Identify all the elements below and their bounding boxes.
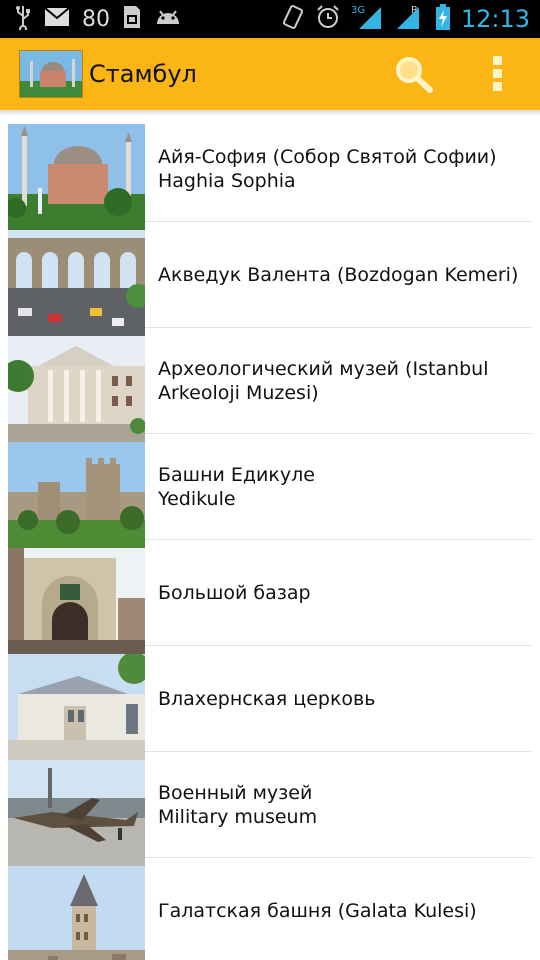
search-button[interactable] bbox=[392, 54, 436, 94]
military-museum-photo bbox=[8, 760, 145, 866]
place-name: Влахернская церковь bbox=[158, 646, 524, 752]
places-list[interactable]: Айя-София (Собор Святой Софии) Haghia So… bbox=[0, 116, 540, 960]
church-photo bbox=[8, 654, 145, 760]
museum-photo bbox=[8, 336, 145, 442]
hagia-sophia-photo bbox=[8, 124, 145, 230]
place-name: Большой базар bbox=[158, 540, 524, 646]
app-logo[interactable] bbox=[19, 50, 83, 98]
list-item[interactable]: Археологический музей (Istanbul Arkeoloj… bbox=[8, 328, 532, 442]
place-title: Военный музей bbox=[158, 782, 313, 804]
place-name: Военный музей Military museum bbox=[158, 752, 524, 858]
towers-photo bbox=[8, 442, 145, 548]
battery-percent: 80 bbox=[82, 6, 110, 32]
place-title: Большой базар bbox=[158, 582, 311, 604]
overflow-menu-button[interactable] bbox=[482, 52, 514, 96]
clock: 12:13 bbox=[460, 5, 530, 33]
signal-icon: 3G bbox=[351, 3, 385, 35]
place-subtitle: Yedikule bbox=[158, 488, 236, 510]
android-icon bbox=[154, 6, 182, 32]
aqueduct-photo bbox=[8, 230, 145, 336]
list-item[interactable]: Большой базар bbox=[8, 540, 532, 654]
vibrate-icon bbox=[281, 4, 305, 34]
place-title: Археологический музей (Istanbul bbox=[158, 358, 489, 380]
overflow-menu-icon bbox=[493, 56, 502, 91]
roaming-signal-icon: R bbox=[395, 3, 425, 35]
list-item[interactable]: Влахернская церковь bbox=[8, 646, 532, 760]
bazaar-photo bbox=[8, 548, 145, 654]
list-item[interactable]: Галатская башня (Galata Kulesi) bbox=[8, 858, 532, 960]
place-subtitle: Haghia Sophia bbox=[158, 170, 296, 192]
place-title: Айя-София (Собор Святой Софии) bbox=[158, 146, 497, 168]
place-subtitle: Military museum bbox=[158, 806, 318, 828]
place-subtitle: Arkeoloji Muzesi) bbox=[158, 382, 319, 404]
search-icon bbox=[396, 57, 433, 93]
place-name: Акведук Валента (Bozdogan Kemeri) bbox=[158, 222, 524, 328]
place-title: Галатская башня (Galata Kulesi) bbox=[158, 900, 477, 922]
place-title: Акведук Валента (Bozdogan Kemeri) bbox=[158, 264, 519, 286]
action-bar: Стамбул bbox=[0, 38, 540, 110]
place-name: Айя-София (Собор Святой Софии) Haghia So… bbox=[158, 116, 524, 222]
galata-tower-photo bbox=[8, 866, 145, 960]
list-item[interactable]: Военный музей Military museum bbox=[8, 752, 532, 866]
list-item[interactable]: Акведук Валента (Bozdogan Kemeri) bbox=[8, 222, 532, 336]
place-title: Влахернская церковь bbox=[158, 688, 376, 710]
page-title: Стамбул bbox=[89, 60, 197, 88]
alarm-icon bbox=[315, 4, 341, 34]
mail-icon bbox=[44, 7, 70, 31]
list-item[interactable]: Айя-София (Собор Святой Софии) Haghia So… bbox=[8, 116, 532, 230]
sd-card-icon bbox=[122, 5, 142, 33]
place-name: Башни Едикуле Yedikule bbox=[158, 434, 524, 540]
battery-charging-icon bbox=[435, 3, 451, 35]
place-name: Археологический музей (Istanbul Arkeoloj… bbox=[158, 328, 524, 434]
place-title: Башни Едикуле bbox=[158, 464, 315, 486]
svg-text:3G: 3G bbox=[351, 5, 365, 16]
status-bar: 80 3G R 12:13 bbox=[0, 0, 540, 38]
list-item[interactable]: Башни Едикуле Yedikule bbox=[8, 434, 532, 548]
place-name: Галатская башня (Galata Kulesi) bbox=[158, 858, 524, 960]
usb-icon bbox=[14, 4, 32, 34]
